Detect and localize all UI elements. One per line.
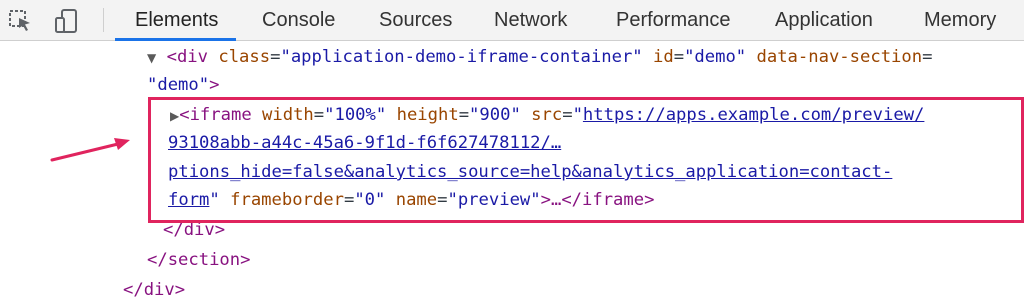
tab-performance[interactable]: Performance (616, 0, 731, 41)
element-picker-icon[interactable] (6, 6, 36, 36)
tree-node-outer-div-close[interactable]: </div> (123, 276, 185, 304)
tree-node-div-cont: "demo"> (147, 75, 220, 95)
tab-application[interactable]: Application (775, 0, 873, 41)
device-toolbar-icon[interactable] (52, 6, 82, 36)
tab-memory[interactable]: Memory (924, 0, 996, 41)
tab-console[interactable]: Console (262, 0, 335, 41)
tab-elements[interactable]: Elements (135, 0, 218, 41)
pointer-arrow-icon (50, 138, 130, 162)
iframe-highlight-box (148, 97, 1024, 223)
expand-triangle-icon[interactable]: ▼ (147, 51, 156, 65)
devtools-toolbar: Elements Console Sources Network Perform… (0, 0, 1024, 41)
toolbar-divider (103, 8, 104, 32)
tab-sources[interactable]: Sources (379, 0, 452, 41)
tree-node-section-close[interactable]: </section> (147, 246, 250, 274)
tree-node-div[interactable]: ▼ <div class="application-demo-iframe-co… (147, 43, 932, 71)
tab-network[interactable]: Network (494, 0, 567, 41)
